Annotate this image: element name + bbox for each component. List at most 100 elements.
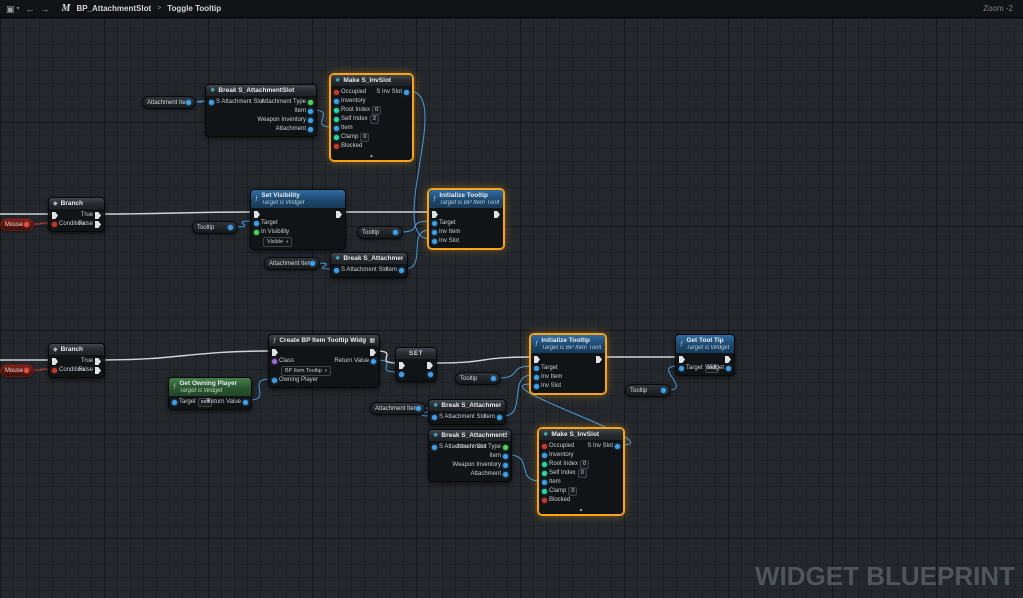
item-pin[interactable] <box>399 268 404 273</box>
output-pin[interactable] <box>24 222 29 227</box>
output-pin[interactable] <box>393 230 398 235</box>
condition-pin[interactable] <box>52 222 57 227</box>
pin-default-value[interactable]: 0 <box>568 487 577 496</box>
self-index-pin[interactable] <box>542 471 547 476</box>
item-pin[interactable] <box>334 126 339 131</box>
s-attachment-slot-pin[interactable] <box>432 415 437 420</box>
collapse-arrow-icon[interactable]: ▲ <box>331 153 412 160</box>
clamp-pin[interactable] <box>334 135 339 140</box>
true-exec-pin[interactable] <box>95 358 101 365</box>
variable-pill-mouse-over-1[interactable]: Mouse Over <box>0 218 34 231</box>
attachment-type-pin[interactable] <box>308 100 313 105</box>
node-branch-2[interactable]: ◆BranchConditionTrueFalse <box>48 343 105 378</box>
exec-exec-pin[interactable] <box>432 211 438 218</box>
exec-exec-pin[interactable] <box>534 356 540 363</box>
inv-item-pin[interactable] <box>534 375 539 380</box>
exec-exec-pin[interactable] <box>427 362 433 369</box>
attachment-type-pin[interactable] <box>503 445 508 450</box>
node-break-attachmentslot-compact-1[interactable]: ❖Break S_AttachmentSlotS Attachment Slot… <box>330 252 408 278</box>
root-index-pin[interactable] <box>542 462 547 467</box>
blocked-pin[interactable] <box>542 498 547 503</box>
node-break-attachmentslot-1[interactable]: ❖Break S_AttachmentSlotS Attachment Slot… <box>205 84 317 137</box>
output-pin[interactable] <box>24 368 29 373</box>
inv-item-pin[interactable] <box>432 230 437 235</box>
breadcrumb-root[interactable]: BP_AttachmentSlot <box>76 4 151 13</box>
false-exec-pin[interactable] <box>95 221 101 228</box>
variable-pill-tooltip-3[interactable]: Tooltip <box>455 372 501 385</box>
root-index-pin[interactable] <box>334 108 339 113</box>
target-pin[interactable] <box>432 221 437 226</box>
output-pin[interactable] <box>661 388 666 393</box>
s-attachment-slot-pin[interactable] <box>432 445 437 450</box>
condition-pin[interactable] <box>52 368 57 373</box>
node-make-invslot-2[interactable]: ❖Make S_InvSlotOccupiedInventoryRoot Ind… <box>538 428 624 515</box>
exec-exec-pin[interactable] <box>399 362 405 369</box>
node-initialize-tooltip-2[interactable]: ƒInitialize TooltipTarget is BP Item Too… <box>530 334 606 394</box>
exec-exec-pin[interactable] <box>370 349 376 356</box>
exec-exec-pin[interactable] <box>254 211 260 218</box>
output-pin[interactable] <box>186 100 191 105</box>
return-value-pin[interactable] <box>243 400 248 405</box>
node-get-owning-player[interactable]: ƒGet Owning PlayerTarget is WidgetTarget… <box>168 377 252 410</box>
inventory-pin[interactable] <box>334 99 339 104</box>
variable-pill-mouse-over-2[interactable]: Mouse Over <box>0 364 34 377</box>
variable-pill-attachment-item-1[interactable]: Attachment Item <box>142 96 196 109</box>
in-visibility-dropdown[interactable]: Visible▾ <box>263 237 292 247</box>
node-get-tool-tip[interactable]: ƒGet Tool TipTarget is WidgetTargetselfW… <box>675 334 735 376</box>
variable-pill-attachment-item-3[interactable]: Attachment Item <box>370 402 426 415</box>
target-pin[interactable] <box>254 221 259 226</box>
in-visibility-pin[interactable] <box>254 230 259 235</box>
target-pin[interactable] <box>679 366 684 371</box>
variable-pill-tooltip-2[interactable]: Tooltip <box>357 226 403 239</box>
exec-exec-pin[interactable] <box>596 356 602 363</box>
item-pin[interactable] <box>542 480 547 485</box>
variable-pill-attachment-item-2[interactable]: Attachment Item <box>264 257 320 270</box>
blocked-pin[interactable] <box>334 144 339 149</box>
exec-exec-pin[interactable] <box>272 349 278 356</box>
exec-exec-pin[interactable] <box>725 356 731 363</box>
attachment-pin[interactable] <box>308 127 313 132</box>
node-break-attachmentslot-2[interactable]: ❖Break S_AttachmentSlotS Attachment Slot… <box>428 429 512 482</box>
forward-icon[interactable]: → <box>41 0 50 18</box>
false-exec-pin[interactable] <box>95 367 101 374</box>
true-exec-pin[interactable] <box>95 212 101 219</box>
exec-exec-pin[interactable] <box>52 358 58 365</box>
node-branch-1[interactable]: ◆BranchConditionTrueFalse <box>48 197 105 232</box>
node-make-invslot-1[interactable]: ❖Make S_InvSlotOccupiedInventoryRoot Ind… <box>330 74 413 161</box>
left-pin[interactable] <box>399 372 404 377</box>
item-pin[interactable] <box>497 415 502 420</box>
node-set-visibility[interactable]: ƒSet VisibilityTarget is WidgetTargetIn … <box>250 189 346 250</box>
exec-exec-pin[interactable] <box>494 211 500 218</box>
blueprint-menu-icon[interactable]: ▣ <box>6 0 15 18</box>
s-attachment-slot-pin[interactable] <box>334 268 339 273</box>
inv-slot-pin[interactable] <box>534 384 539 389</box>
target-pin[interactable] <box>172 400 177 405</box>
attachment-pin[interactable] <box>503 472 508 477</box>
variable-pill-tooltip-1[interactable]: Tooltip <box>192 221 238 234</box>
output-pin[interactable] <box>310 261 315 266</box>
item-pin[interactable] <box>308 109 313 114</box>
class-pin[interactable] <box>272 359 277 364</box>
right-pin[interactable] <box>428 372 433 377</box>
node-initialize-tooltip-1[interactable]: ƒInitialize TooltipTarget is BP Item Too… <box>428 189 504 249</box>
blueprint-graph-canvas[interactable]: ❖Break S_AttachmentSlotS Attachment Slot… <box>0 18 1023 598</box>
s-attachment-slot-pin[interactable] <box>209 100 214 105</box>
weapon-inventory-pin[interactable] <box>503 463 508 468</box>
return-value-pin[interactable] <box>371 359 376 364</box>
item-pin[interactable] <box>503 454 508 459</box>
back-icon[interactable]: ← <box>26 0 35 18</box>
self-index-pin[interactable] <box>334 117 339 122</box>
inventory-pin[interactable] <box>542 453 547 458</box>
exec-exec-pin[interactable] <box>52 212 58 219</box>
breadcrumb-current[interactable]: Toggle Tooltip <box>167 4 221 13</box>
pin-default-value[interactable]: 0 <box>578 469 587 478</box>
occupied-pin[interactable] <box>542 444 547 449</box>
exec-exec-pin[interactable] <box>679 356 685 363</box>
s-inv-slot-pin[interactable] <box>404 90 409 95</box>
variable-pill-tooltip-4[interactable]: Tooltip <box>625 384 671 397</box>
target-pin[interactable] <box>534 366 539 371</box>
exec-exec-pin[interactable] <box>336 211 342 218</box>
occupied-pin[interactable] <box>334 90 339 95</box>
output-pin[interactable] <box>228 225 233 230</box>
s-inv-slot-pin[interactable] <box>615 444 620 449</box>
